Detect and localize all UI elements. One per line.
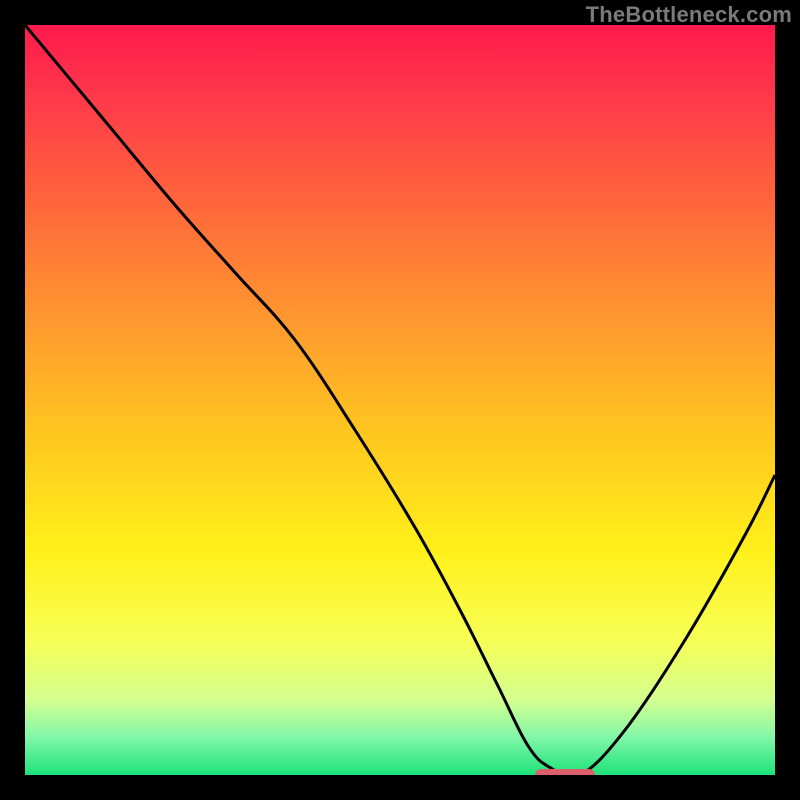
gradient-background <box>25 25 775 775</box>
watermark-text: TheBottleneck.com <box>586 2 792 28</box>
chart-frame: TheBottleneck.com <box>0 0 800 800</box>
plot-area <box>25 25 775 775</box>
optimum-marker <box>535 769 595 775</box>
chart-svg <box>25 25 775 775</box>
